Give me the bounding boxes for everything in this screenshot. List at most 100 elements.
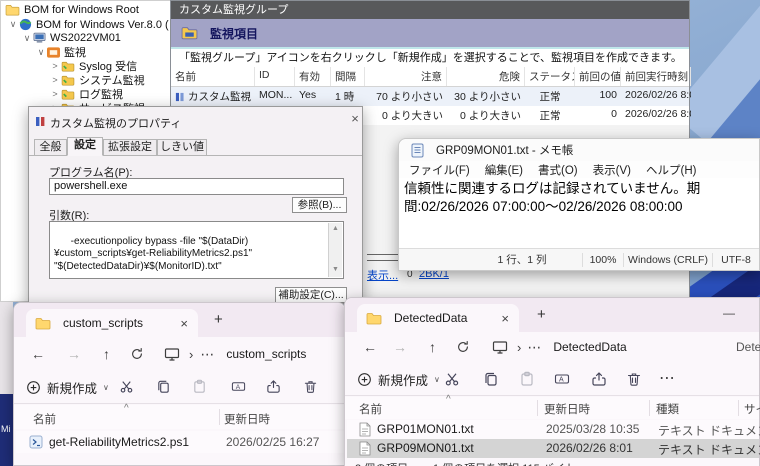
monitor-group-icon	[47, 46, 60, 58]
tab-close-icon[interactable]: ×	[180, 316, 188, 331]
this-pc-icon[interactable]	[164, 347, 180, 361]
file-name[interactable]: get-ReliabilityMetrics2.ps1	[49, 435, 189, 449]
scroll-up-icon[interactable]: ▲	[332, 225, 339, 234]
menu-view[interactable]: 表示(V)	[593, 162, 631, 178]
minimize-icon[interactable]: —	[723, 306, 735, 320]
tab-close-icon[interactable]: ×	[501, 311, 509, 326]
textarea-scrollbar[interactable]: ▲ ▼	[328, 223, 342, 277]
cut-icon[interactable]	[119, 379, 134, 394]
arguments-textarea[interactable]: -executionpolicy bypass -file "$(DataDir…	[49, 221, 344, 279]
more-commands-icon[interactable]: ⋯	[659, 368, 675, 388]
search-box-fragment[interactable]: Dete	[736, 340, 760, 354]
up-icon[interactable]: ↑	[103, 346, 110, 362]
up-icon[interactable]: ↑	[429, 339, 436, 355]
notepad-text-area[interactable]: 信頼性に関連するログは記録されていません。期間:02/26/2026 07:00…	[399, 178, 759, 254]
explorer-commandbar: 新規作成 ∨ A ⋯	[345, 362, 759, 396]
delete-icon[interactable]	[626, 371, 642, 387]
show-link[interactable]: 表示...	[367, 267, 398, 283]
caret-down-icon: ∨	[103, 383, 109, 392]
tab-threshold[interactable]: しきい値	[157, 139, 207, 156]
back-icon[interactable]: ←	[363, 339, 377, 355]
monitor-table-header[interactable]: 名前 ID 有効 間隔 注意 危険 ステータス 前回の値 前回実行時刻	[171, 67, 691, 87]
txt-file-icon	[359, 441, 371, 456]
aux-settings-button[interactable]: 補助設定(C)...	[275, 287, 347, 303]
breadcrumb[interactable]: DetectedData	[553, 340, 626, 354]
expand-closed-icon[interactable]: >	[49, 61, 61, 71]
new-item-button[interactable]: 新規作成 ∨	[357, 370, 440, 389]
tab-advanced[interactable]: 拡張設定	[103, 139, 157, 156]
tab-settings[interactable]: 設定	[67, 137, 103, 156]
folder-icon	[35, 317, 51, 330]
this-pc-icon[interactable]	[492, 340, 508, 354]
copy-icon[interactable]	[156, 379, 171, 394]
column-date[interactable]: 更新日時	[224, 411, 270, 427]
paste-icon[interactable]	[519, 371, 535, 387]
forward-icon[interactable]: →	[393, 339, 407, 355]
selection-status: 1 個の項目を選択 115 バイト	[433, 460, 576, 466]
notepad-titlebar[interactable]: GRP09MON01.txt - メモ帳 —	[399, 139, 759, 161]
explorer-toolbar: ← → ↑ › ⋯ custom_scripts	[14, 337, 345, 371]
menu-file[interactable]: ファイル(F)	[409, 162, 470, 178]
share-icon[interactable]	[591, 371, 607, 387]
file-row[interactable]: get-ReliabilityMetrics2.ps1 2026/02/25 1…	[16, 431, 345, 453]
explorer-custom-scripts: custom_scripts × + ← → ↑ › ⋯ custom_scri…	[13, 302, 346, 466]
file-row-selected[interactable]: GRP09MON01.txt 2026/02/26 8:01 テキスト ドキュメ…	[347, 439, 760, 458]
file-name[interactable]: GRP01MON01.txt	[377, 422, 474, 436]
column-name[interactable]: 名前	[33, 411, 56, 427]
tab-general[interactable]: 全般	[34, 139, 67, 156]
breadcrumb-more-icon[interactable]: ⋯	[200, 346, 214, 363]
explorer-statusbar: 2 個の項目 1 個の項目を選択 115 バイト	[345, 459, 759, 466]
svg-text:A: A	[236, 384, 241, 391]
back-icon[interactable]: ←	[31, 346, 45, 362]
breadcrumb-more-icon[interactable]: ⋯	[527, 339, 541, 356]
expand-closed-icon[interactable]: >	[49, 75, 61, 85]
rename-icon[interactable]: A	[231, 379, 246, 394]
notepad-menubar: ファイル(F) 編集(E) 書式(O) 表示(V) ヘルプ(H)	[399, 161, 759, 178]
expand-closed-icon[interactable]: >	[49, 89, 61, 99]
share-icon[interactable]	[266, 379, 281, 394]
encoding: UTF-8	[721, 253, 751, 266]
new-tab-icon[interactable]: +	[537, 306, 546, 323]
new-item-button[interactable]: 新規作成 ∨	[26, 378, 109, 397]
menu-format[interactable]: 書式(O)	[538, 162, 578, 178]
delete-icon[interactable]	[303, 379, 318, 394]
file-row[interactable]: GRP01MON01.txt 2025/03/28 10:35 テキスト ドキュ…	[347, 420, 760, 439]
file-name[interactable]: GRP09MON01.txt	[377, 441, 474, 455]
close-icon[interactable]: ×	[347, 111, 363, 126]
cut-icon[interactable]	[444, 371, 460, 387]
file-date: 2025/03/28 10:35	[546, 422, 640, 436]
column-date[interactable]: 更新日時	[544, 401, 590, 417]
expand-open-icon[interactable]: ∨	[21, 33, 33, 44]
breadcrumb-chevron-icon: ›	[517, 339, 522, 355]
monitor-table-row[interactable]: カスタム監視 MON... Yes 1 時 70 より小さい 30 より小さい …	[171, 87, 691, 106]
column-name[interactable]: 名前	[359, 401, 382, 417]
monitor-section-band[interactable]: 監視項目	[171, 19, 689, 49]
explorer-tab[interactable]: DetectedData ×	[357, 304, 519, 332]
column-type[interactable]: 種類	[656, 401, 679, 417]
paste-icon[interactable]	[192, 379, 207, 394]
browse-button[interactable]: 参照(B)...	[292, 197, 347, 213]
refresh-icon[interactable]	[456, 340, 470, 354]
refresh-icon[interactable]	[130, 347, 144, 361]
explorer-tab[interactable]: custom_scripts ×	[26, 309, 198, 337]
expand-open-icon[interactable]: ∨	[7, 19, 19, 30]
column-size[interactable]: サイ	[744, 401, 760, 417]
forward-icon[interactable]: →	[67, 346, 81, 362]
scroll-down-icon[interactable]: ▼	[332, 266, 339, 275]
computer-icon	[33, 32, 46, 44]
program-name-input[interactable]: powershell.exe	[49, 178, 344, 195]
expand-open-icon[interactable]: ∨	[35, 47, 47, 58]
new-tab-icon[interactable]: +	[214, 311, 223, 328]
zoom-level: 100%	[589, 253, 617, 266]
breadcrumb[interactable]: custom_scripts	[226, 347, 306, 361]
file-date: 2026/02/25 16:27	[226, 435, 320, 449]
menu-edit[interactable]: 編集(E)	[485, 162, 523, 178]
copy-icon[interactable]	[483, 371, 499, 387]
properties-dialog-icon	[35, 116, 46, 127]
menu-help[interactable]: ヘルプ(H)	[646, 162, 696, 178]
notepad-title: GRP09MON01.txt - メモ帳	[436, 145, 574, 157]
tab-label: custom_scripts	[63, 316, 144, 330]
rename-icon[interactable]: A	[554, 371, 570, 387]
column-header-row: 名前 ^ 更新日時	[14, 403, 345, 429]
background-pane	[0, 300, 13, 396]
